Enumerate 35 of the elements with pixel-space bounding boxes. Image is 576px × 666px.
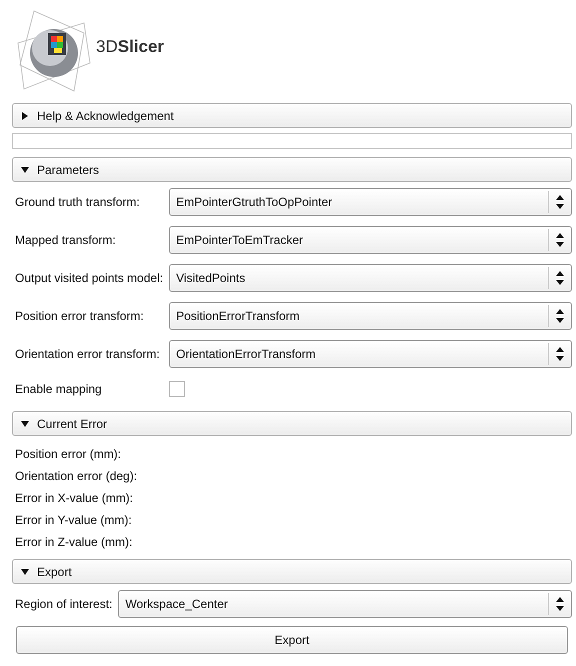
section-header[interactable]: Help & Acknowledgement — [12, 103, 572, 128]
down-triangle-icon — [21, 166, 29, 174]
section-header[interactable]: Parameters — [12, 157, 572, 182]
dropdown[interactable]: EmPointerToEmTracker — [169, 226, 572, 254]
dropdown[interactable]: Workspace_Center — [118, 590, 572, 618]
dropdown[interactable]: EmPointerGtruthToOpPointer — [169, 188, 572, 216]
checkbox[interactable] — [169, 381, 186, 397]
field-label: Region of interest: — [14, 597, 114, 611]
up-down-arrows-icon — [556, 309, 564, 323]
field-label: Position error transform: — [14, 309, 145, 323]
dropdown[interactable]: OrientationErrorTransform — [169, 340, 572, 368]
up-down-arrows-icon — [556, 233, 564, 247]
up-down-arrows-icon — [556, 347, 564, 361]
readout-label: Error in Y-value (mm): — [15, 513, 132, 527]
field-label: Mapped transform: — [14, 233, 117, 247]
down-triangle-icon — [21, 568, 29, 576]
field-label: Orientation error transform: — [14, 347, 161, 361]
section-header[interactable]: Current Error — [12, 411, 572, 436]
checkbox-label: Enable mapping — [14, 381, 103, 398]
dropdown[interactable]: PositionErrorTransform — [169, 302, 572, 330]
up-down-arrows-icon — [556, 597, 564, 611]
export-button[interactable]: Export — [16, 626, 568, 654]
right-triangle-icon — [21, 112, 29, 120]
section-header[interactable]: Export — [12, 559, 572, 584]
field-label: Ground truth transform: — [14, 195, 141, 209]
up-down-arrows-icon — [556, 271, 564, 285]
readout-label: Error in Z-value (mm): — [15, 535, 132, 549]
readout-label: Position error (mm): — [15, 447, 122, 461]
readout-label: Orientation error (deg): — [15, 469, 138, 483]
dropdown[interactable]: VisitedPoints — [169, 264, 572, 292]
down-triangle-icon — [21, 420, 29, 428]
field-label: Output visited points model: — [14, 271, 164, 285]
readout-label: Error in X-value (mm): — [15, 491, 134, 505]
up-down-arrows-icon — [556, 195, 564, 209]
app-logo-text: 3DSlicer — [96, 37, 164, 57]
